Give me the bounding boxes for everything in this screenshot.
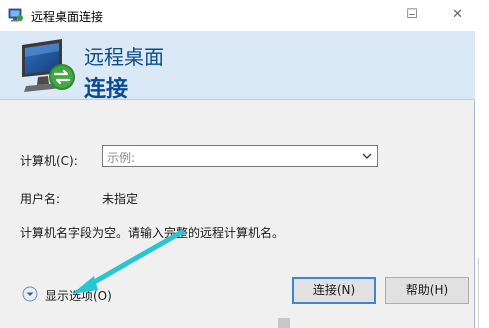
chevron-down-icon[interactable] xyxy=(361,150,373,162)
header-banner: 远程桌面 连接 xyxy=(0,31,475,102)
computer-label: 计算机(C): xyxy=(20,154,78,168)
username-label: 用户名: xyxy=(20,192,61,206)
background-divider xyxy=(478,258,487,328)
maximize-button[interactable]: ☐ xyxy=(389,0,435,31)
close-button[interactable]: ✕ xyxy=(440,0,475,31)
computer-combobox[interactable]: 示例: xyxy=(102,145,378,167)
window-title: 远程桌面连接 xyxy=(31,10,104,24)
remote-desktop-monitor-icon xyxy=(22,39,75,92)
expand-circle-icon[interactable] xyxy=(22,286,38,302)
annotation-arrow xyxy=(72,229,185,294)
computer-combobox-placeholder: 示例: xyxy=(107,151,136,165)
banner-title-line1: 远程桌面 xyxy=(84,45,164,69)
username-value: 未指定 xyxy=(102,192,139,206)
banner-title-line2: 连接 xyxy=(84,77,129,102)
remote-desktop-icon xyxy=(8,8,23,22)
help-button[interactable]: 帮助(H) xyxy=(385,277,469,304)
title-bar: 远程桌面连接 – ☐ ✕ xyxy=(0,0,475,32)
connect-button[interactable]: 连接(N) xyxy=(292,277,376,304)
background-element xyxy=(278,318,290,328)
background-window-edge xyxy=(475,0,489,328)
